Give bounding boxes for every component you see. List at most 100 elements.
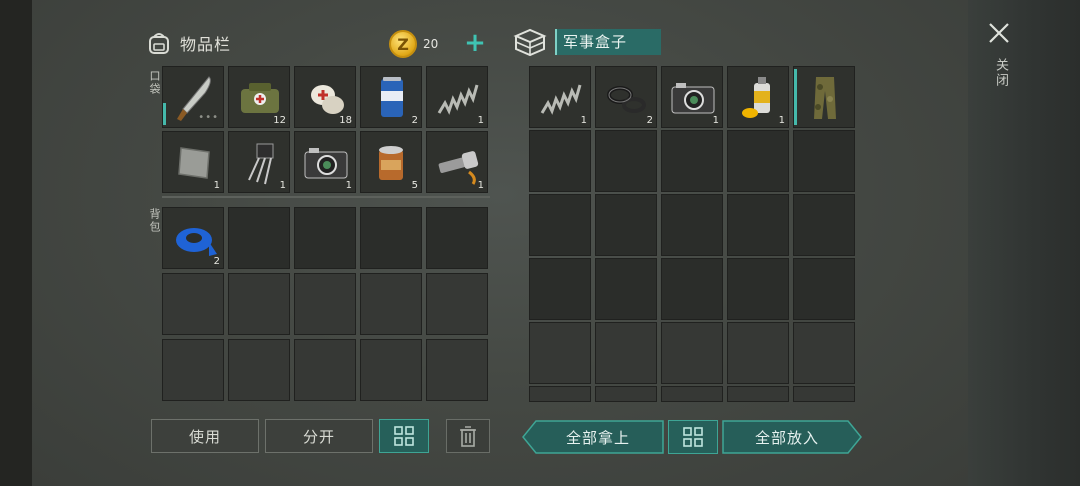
container-slot[interactable] (529, 258, 591, 320)
locked-slot (793, 386, 855, 402)
inventory-slot[interactable]: 1 (228, 131, 290, 193)
metal-plate-icon (178, 147, 210, 179)
item-quantity: 18 (339, 115, 352, 126)
container-title: 军事盒子 (555, 29, 661, 55)
camera-icon (304, 148, 348, 179)
split-button[interactable]: 分开 (265, 419, 373, 453)
inventory-header: 物品栏 (146, 28, 231, 58)
locked-slot (529, 386, 591, 402)
grid-icon (394, 426, 414, 446)
trash-button[interactable] (446, 419, 490, 453)
container-slot[interactable] (595, 130, 657, 192)
item-quantity: 1 (712, 115, 719, 126)
pocket-label: 口袋 (148, 70, 161, 96)
selected-marker (794, 69, 797, 125)
container-slot[interactable] (727, 194, 789, 256)
tin-can-icon (379, 146, 403, 180)
container-slot[interactable] (661, 130, 723, 192)
locked-slot (727, 386, 789, 402)
sort-grid-button[interactable] (379, 419, 429, 453)
take-all-button[interactable]: 全部拿上 (534, 420, 662, 454)
inventory-slot[interactable] (228, 207, 290, 269)
locked-slot (727, 322, 789, 384)
locked-slot (595, 386, 657, 402)
backpack-label: 背包 (148, 208, 161, 234)
container-slot[interactable]: 2 (595, 66, 657, 128)
container-slot[interactable]: 1 (661, 66, 723, 128)
inventory-slot[interactable] (294, 207, 356, 269)
item-quantity: 1 (279, 180, 286, 191)
inventory-slot[interactable]: 2 (360, 66, 422, 128)
container-slot[interactable] (529, 194, 591, 256)
flashlight-icon (438, 151, 479, 185)
transistor-icon (248, 143, 274, 185)
inventory-slot[interactable]: 12 (228, 66, 290, 128)
spring-icon (540, 84, 582, 115)
inventory-title: 物品栏 (180, 35, 232, 54)
trash-icon (460, 426, 476, 447)
locked-slot (661, 322, 723, 384)
close-icon[interactable] (986, 20, 1012, 46)
locked-slot (595, 322, 657, 384)
close-label[interactable]: 关闭 (991, 58, 1010, 88)
locked-slot (162, 339, 224, 401)
locked-slot (529, 322, 591, 384)
locked-slot (426, 273, 488, 335)
inventory-slot[interactable]: 1 (162, 131, 224, 193)
item-quantity: 2 (213, 256, 220, 267)
locked-slot (360, 339, 422, 401)
locked-slot (294, 273, 356, 335)
add-coins-button[interactable]: + (464, 30, 486, 57)
container-slot[interactable] (529, 130, 591, 192)
soda-can-icon (381, 77, 403, 117)
container-slot[interactable] (661, 194, 723, 256)
inventory-slot[interactable]: 2 (162, 207, 224, 269)
locked-slot (294, 339, 356, 401)
container-slot[interactable]: 1 (727, 66, 789, 128)
spray-can-icon (742, 77, 770, 118)
container-slot[interactable] (727, 130, 789, 192)
container-sort-button[interactable] (668, 420, 718, 454)
inventory-slot[interactable]: 5 (360, 131, 422, 193)
inventory-slot[interactable]: 18 (294, 66, 356, 128)
locked-slot (228, 339, 290, 401)
game-screen: 物品栏 Z 20 + 军事盒子 关闭 口袋 背包 ••• 12 18 2 1 1… (0, 0, 1080, 486)
container-slot[interactable] (793, 258, 855, 320)
coin-icon: Z (389, 30, 417, 58)
grid-icon (683, 427, 703, 447)
washers-icon (607, 86, 646, 113)
inventory-slot[interactable] (426, 207, 488, 269)
locked-slot (360, 273, 422, 335)
container-slot[interactable] (793, 130, 855, 192)
use-button[interactable]: 使用 (151, 419, 259, 453)
camo-pants-icon (814, 77, 836, 119)
put-all-button[interactable]: 全部放入 (724, 420, 850, 454)
item-quantity: 1 (213, 180, 220, 191)
container-slot[interactable] (661, 258, 723, 320)
left-bezel (0, 0, 32, 486)
item-quantity: 1 (345, 180, 352, 191)
pocket-backpack-divider (162, 196, 490, 198)
right-bezel (968, 0, 1080, 486)
container-slot[interactable] (793, 66, 855, 128)
container-slot[interactable]: 1 (529, 66, 591, 128)
equipped-marker (163, 103, 166, 125)
container-slot[interactable] (727, 258, 789, 320)
inventory-slot[interactable]: 1 (426, 131, 488, 193)
inventory-slot[interactable]: 1 (426, 66, 488, 128)
container-slot[interactable] (595, 194, 657, 256)
crate-icon (513, 28, 547, 57)
item-quantity: 2 (646, 115, 653, 126)
locked-slot (228, 273, 290, 335)
container-header: 军事盒子 (513, 27, 661, 57)
inventory-slot[interactable] (360, 207, 422, 269)
camera-icon (671, 83, 715, 114)
locked-slot (793, 322, 855, 384)
locked-slot (661, 386, 723, 402)
container-slot[interactable] (595, 258, 657, 320)
container-slot[interactable] (793, 194, 855, 256)
spring-icon (437, 84, 479, 115)
duct-tape-icon (176, 228, 217, 256)
inventory-slot[interactable]: 1 (294, 131, 356, 193)
inventory-slot[interactable]: ••• (162, 66, 224, 128)
